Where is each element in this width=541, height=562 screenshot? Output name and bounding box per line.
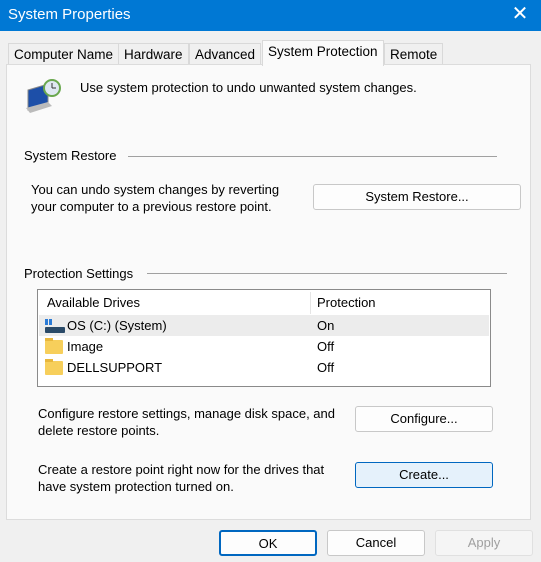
restore-text-line2: your computer to a previous restore poin… [31,199,272,214]
system-restore-group-label: System Restore [24,148,117,163]
create-text-line1: Create a restore point right now for the… [38,462,325,477]
configure-text-line1: Configure restore settings, manage disk … [38,406,336,421]
drive-name: OS (C:) (System) [67,318,167,333]
drives-list[interactable]: Available Drives Protection OS (C:) (Sys… [37,289,491,387]
drive-protection-status: Off [317,360,335,375]
close-icon[interactable]: ✕ [509,3,531,25]
title-bar: System Properties ✕ [0,0,541,31]
list-header: Available Drives Protection [39,292,489,314]
drive-row[interactable]: OS (C:) (System) On [39,315,489,336]
configure-text-line2: delete restore points. [38,423,160,438]
restore-text: You can undo system changes by reverting… [31,181,279,215]
apply-button[interactable]: Apply [435,530,533,556]
system-protection-icon [26,79,61,113]
drive-name: Image [67,339,104,354]
create-text: Create a restore point right now for the… [38,461,324,495]
tab-hardware[interactable]: Hardware [118,43,189,65]
configure-text: Configure restore settings, manage disk … [38,405,335,439]
column-header-protection[interactable]: Protection [317,292,376,313]
tab-remote[interactable]: Remote [384,43,444,65]
system-restore-button[interactable]: System Restore... [313,184,521,210]
tab-computer-name[interactable]: Computer Name [8,43,120,65]
drive-row[interactable]: Image Off [39,336,489,357]
tab-system-protection[interactable]: System Protection [262,40,384,66]
drive-protection-status: On [317,318,335,333]
system-drive-icon [45,319,65,333]
folder-icon [45,338,63,354]
ok-button[interactable]: OK [219,530,317,556]
divider [147,273,507,274]
drive-name: DELLSUPPORT [67,360,163,375]
divider [128,156,497,157]
protection-settings-group-label: Protection Settings [24,266,134,281]
drive-row[interactable]: DELLSUPPORT Off [39,357,489,378]
tab-advanced[interactable]: Advanced [189,43,262,65]
restore-text-line1: You can undo system changes by reverting [31,182,280,197]
folder-icon [45,359,63,375]
create-text-line2: have system protection turned on. [38,479,234,494]
drive-protection-status: Off [317,339,335,354]
window-title: System Properties [8,6,131,23]
create-button[interactable]: Create... [355,462,493,488]
cancel-button[interactable]: Cancel [327,530,425,556]
intro-text: Use system protection to undo unwanted s… [80,80,417,95]
configure-button[interactable]: Configure... [355,406,493,432]
column-header-drives[interactable]: Available Drives [47,292,140,313]
